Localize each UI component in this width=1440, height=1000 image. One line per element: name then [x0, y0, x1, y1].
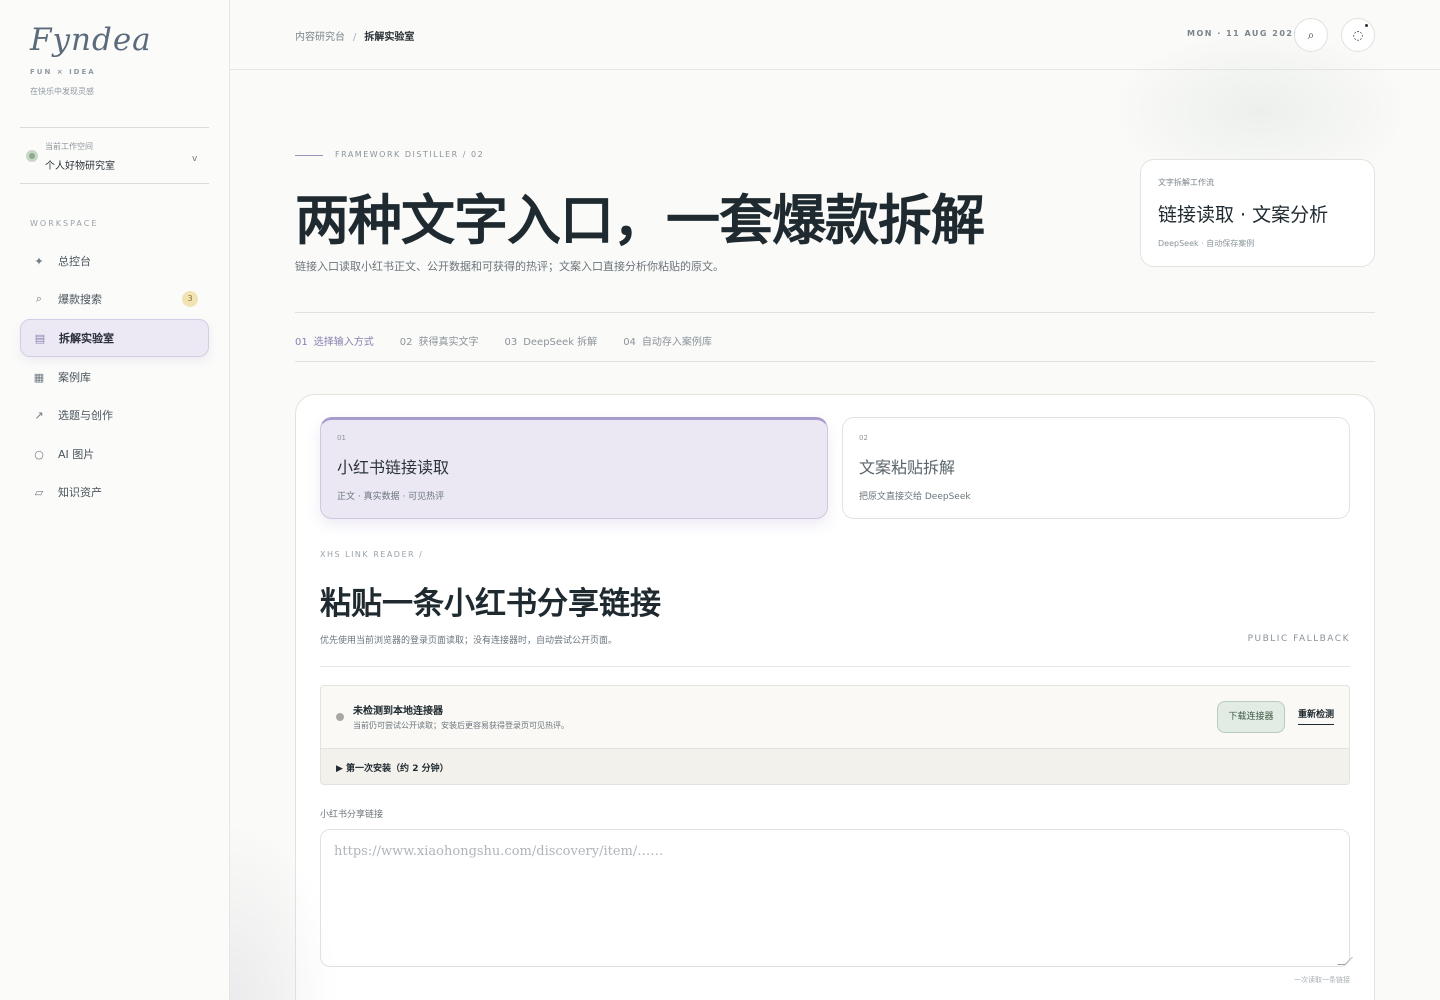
workflow-label: 文字拆解工作流: [1158, 178, 1214, 187]
kicker-line: [295, 155, 323, 156]
divider: [295, 361, 1375, 362]
step-1: 01 选择输入方式: [295, 333, 374, 348]
download-connector-button[interactable]: 下载连接器: [1217, 701, 1285, 733]
workspace-name: 个人好物研究室: [45, 161, 115, 172]
nav-section-label: WORKSPACE: [30, 219, 99, 228]
reader-title: 粘贴一条小红书分享链接: [320, 586, 661, 622]
input-hint: 一次读取一条链接: [1294, 976, 1350, 984]
step-4: 04 自动存入案例库: [623, 333, 712, 348]
step-2: 02 获得真实文字: [400, 333, 479, 348]
connector-description: 当前仍可尝试公开读取；安装后更容易获得登录页可见热评。: [353, 721, 569, 730]
sidebar-divider: [20, 183, 209, 184]
reader-kicker: XHS LINK READER /: [320, 550, 424, 559]
mode-number: 01: [337, 434, 346, 442]
step-3: 03 DeepSeek 拆解: [504, 333, 597, 348]
step-number: 02: [399, 337, 413, 348]
sidebar-item-label: 总控台: [58, 255, 91, 268]
workspace-status-dot: [26, 150, 38, 162]
step-label: 自动存入案例库: [641, 337, 712, 348]
fallback-label: PUBLIC FALLBACK: [1247, 634, 1350, 644]
breadcrumb: 内容研究台 / 拆解实验室: [295, 28, 414, 43]
install-guide-toggle[interactable]: ▶ 第一次安装（约 2 分钟）: [321, 748, 1349, 784]
brand-tagline-cn: 在快乐中发现灵感: [30, 87, 94, 96]
sidebar-item-search[interactable]: ⌕ 爆款搜索 3: [20, 280, 209, 318]
sidebar-item-cases[interactable]: ▦ 案例库: [20, 358, 209, 396]
step-label: DeepSeek 拆解: [523, 337, 598, 348]
hero-kicker: FRAMEWORK DISTILLER / 02: [335, 150, 485, 159]
xhs-url-input[interactable]: [320, 829, 1350, 967]
install-guide-label: ▶ 第一次安装（约 2 分钟）: [336, 764, 449, 774]
breadcrumb-separator: /: [353, 32, 357, 43]
main-content: FRAMEWORK DISTILLER / 02 两种文字入口，一套爆款拆解 链…: [230, 30, 1440, 1000]
reader-description: 优先使用当前浏览器的登录页面读取；没有连接器时，自动尝试公开页面。: [320, 636, 618, 646]
lab-panel: 01 小红书链接读取 正文 · 真实数据 · 可见热评 02 文案粘贴拆解 把原…: [295, 394, 1375, 1000]
count-badge: 3: [182, 291, 198, 307]
sidebar-item-label: 知识资产: [58, 486, 102, 499]
folder-icon: ▱: [34, 485, 44, 499]
divider: [320, 666, 1350, 667]
sidebar: Fyndea FUN × IDEA 在快乐中发现灵感 当前工作空间 个人好物研究…: [0, 0, 230, 1000]
breadcrumb-current: 拆解实验室: [364, 32, 415, 43]
step-number: 01: [295, 337, 308, 348]
url-field-label: 小红书分享链接: [320, 810, 384, 820]
divider: [295, 312, 1375, 313]
sidebar-item-knowledge[interactable]: ▱ 知识资产: [20, 473, 209, 511]
sidebar-item-dashboard[interactable]: ✦ 总控台: [20, 242, 209, 280]
brand-tagline-en: FUN × IDEA: [30, 68, 96, 76]
workflow-subtitle: DeepSeek · 自动保存案例: [1158, 239, 1255, 248]
mode-card-paste[interactable]: 02 文案粘贴拆解 把原文直接交给 DeepSeek: [842, 417, 1350, 519]
step-indicator: 01 选择输入方式 02 获得真实文字 03 DeepSeek 拆解 04 自动存入案例…: [295, 333, 712, 348]
recheck-button[interactable]: 重新检测: [1297, 707, 1334, 725]
pen-arrow-icon: ↗: [34, 408, 44, 422]
status-dot: [336, 713, 344, 721]
mode-title: 文案粘贴拆解: [859, 458, 956, 477]
workflow-title: 链接读取 · 文案分析: [1158, 204, 1329, 226]
step-label: 选择输入方式: [313, 337, 374, 348]
sparkle-icon: ✦: [34, 254, 44, 268]
page-title: 两种文字入口，一套爆款拆解: [295, 189, 985, 252]
connector-status-box: 未检测到本地连接器 当前仍可尝试公开读取；安装后更容易获得登录页可见热评。 下载…: [320, 685, 1350, 785]
sidebar-item-label: 选题与创作: [58, 409, 113, 422]
page-description: 链接入口读取小红书正文、公开数据和可获得的热评；文案入口直接分析你粘贴的原文。: [295, 260, 724, 273]
sidebar-item-ai-image[interactable]: ○ AI 图片: [20, 435, 209, 473]
loader-icon: ◌: [1352, 28, 1364, 42]
connector-title: 未检测到本地连接器: [353, 706, 443, 717]
mode-title: 小红书链接读取: [337, 458, 450, 477]
grid-icon: ▦: [33, 370, 45, 384]
chevron-down-icon[interactable]: v: [192, 154, 197, 164]
mode-subtitle: 正文 · 真实数据 · 可见热评: [337, 492, 445, 502]
mode-card-link[interactable]: 01 小红书链接读取 正文 · 真实数据 · 可见热评: [320, 417, 828, 519]
sidebar-item-label: 爆款搜索: [58, 293, 102, 306]
breadcrumb-item[interactable]: 内容研究台: [295, 32, 345, 43]
sidebar-item-label: AI 图片: [58, 448, 95, 461]
background-glow: [230, 820, 340, 1000]
sidebar-item-label: 拆解实验室: [59, 332, 114, 345]
workspace-label: 当前工作空间: [45, 142, 93, 151]
brand-logo[interactable]: Fyndea: [30, 22, 152, 58]
sidebar-item-topics[interactable]: ↗ 选题与创作: [20, 396, 209, 434]
step-number: 03: [504, 337, 518, 348]
mode-subtitle: 把原文直接交给 DeepSeek: [859, 492, 971, 502]
sidebar-divider: [20, 127, 209, 128]
workflow-card: 文字拆解工作流 链接读取 · 文案分析 DeepSeek · 自动保存案例: [1140, 159, 1375, 267]
circle-image-icon: ○: [34, 447, 44, 461]
step-label: 获得真实文字: [418, 337, 479, 348]
notification-dot: [1365, 24, 1368, 27]
lab-icon: ▤: [34, 331, 46, 345]
search-icon: ⌕: [35, 292, 43, 305]
sidebar-item-lab[interactable]: ▤ 拆解实验室: [20, 319, 209, 357]
mode-number: 02: [859, 434, 868, 442]
step-number: 04: [623, 337, 636, 348]
sidebar-item-label: 案例库: [58, 371, 91, 384]
